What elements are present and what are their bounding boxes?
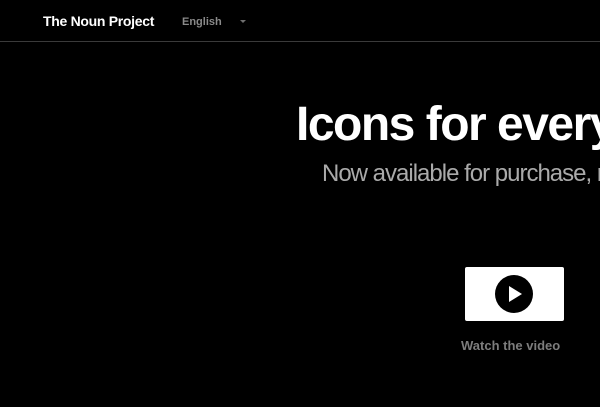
hero-title: Icons for every [296,98,600,151]
watch-video-button[interactable] [465,267,564,321]
hero-section: Icons for every Now available for purcha… [0,0,600,407]
watch-video-link[interactable]: Watch the video [461,338,560,353]
hero-subtitle: Now available for purchase, r [322,160,600,187]
play-icon [495,275,533,313]
